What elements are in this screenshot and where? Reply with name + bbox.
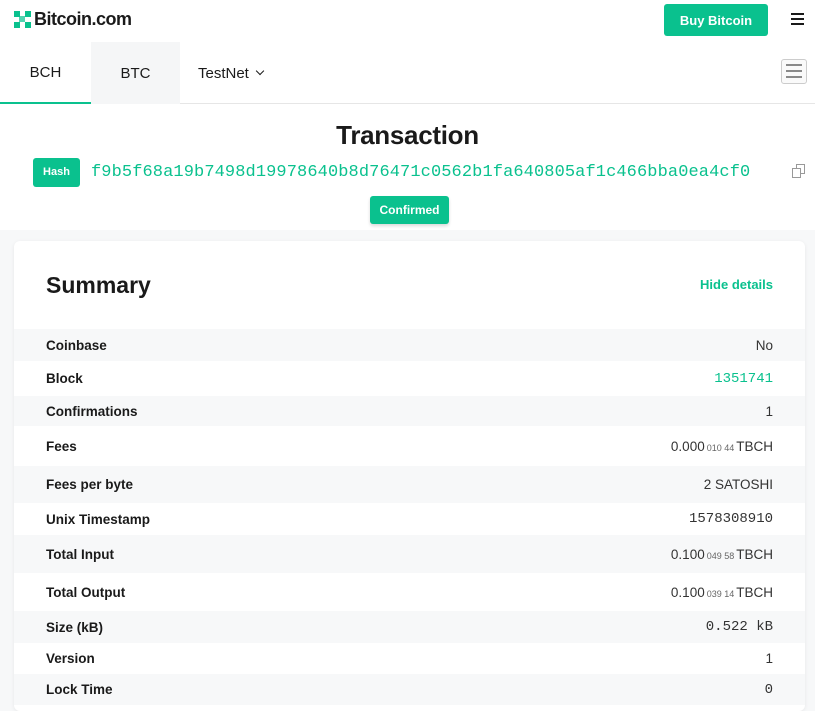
summary-row-confirmations: Confirmations 1: [14, 396, 805, 426]
value-main: 0.100: [670, 584, 705, 600]
top-bar: Bitcoin.com Buy Bitcoin: [0, 0, 815, 42]
sidebar-menu-icon[interactable]: [781, 59, 807, 84]
row-value: 2 SATOSHI: [703, 477, 773, 492]
row-label: Version: [46, 651, 95, 666]
logo[interactable]: Bitcoin.com: [14, 9, 132, 30]
hide-details-link[interactable]: Hide details: [700, 277, 773, 292]
tab-testnet-dropdown[interactable]: TestNet: [198, 42, 298, 104]
summary-row-version: Version 1: [14, 643, 805, 674]
transaction-hash[interactable]: f9b5f68a19b7498d19978640b8d76471c0562b1f…: [91, 163, 750, 182]
row-label: Coinbase: [46, 337, 107, 353]
summary-title: Summary: [46, 272, 151, 298]
summary-card: Summary Hide details Coinbase No Block 1…: [14, 241, 805, 711]
hash-row: Hash f9b5f68a19b7498d19978640b8d76471c05…: [33, 157, 750, 187]
row-value: 0.522 kB: [705, 619, 773, 635]
summary-row-fees: Fees 0.000 010 44 TBCH: [14, 426, 805, 466]
row-value: 0: [764, 681, 773, 698]
page-title: Transaction: [336, 120, 479, 150]
row-label: Size (kB): [46, 619, 104, 635]
value-small-digits: 049 58: [706, 550, 735, 561]
bitcoin-com-logo-icon: [14, 11, 31, 28]
summary-row-coinbase: Coinbase No: [14, 329, 805, 361]
tab-btc[interactable]: BTC: [91, 42, 180, 104]
value-unit: TBCH: [736, 438, 773, 454]
value-small-digits: 039 14: [706, 588, 735, 599]
summary-row-fees-per-byte: Fees per byte 2 SATOSHI: [14, 466, 805, 503]
row-value: 1: [765, 651, 773, 666]
row-label: Total Output: [46, 584, 126, 600]
summary-row-total-input: Total Input 0.100 049 58 TBCH: [14, 535, 805, 573]
summary-row-block: Block 1351741: [14, 361, 805, 396]
row-value: 0.100 049 58 TBCH: [671, 547, 773, 562]
summary-row-lock-time: Lock Time 0: [14, 674, 805, 705]
block-link[interactable]: 1351741: [714, 371, 773, 387]
row-label: Block: [46, 371, 83, 386]
row-label: Fees: [46, 438, 77, 454]
row-value: 0.100 039 14 TBCH: [671, 585, 773, 600]
value-unit: TBCH: [736, 584, 773, 600]
buy-bitcoin-button[interactable]: Buy Bitcoin: [664, 4, 768, 36]
chevron-down-icon: [255, 66, 265, 76]
row-label: Total Input: [46, 546, 114, 562]
row-label: Confirmations: [46, 403, 138, 419]
network-tabs: BCH BTC TestNet: [0, 42, 815, 104]
row-label: Unix Timestamp: [46, 511, 151, 527]
value-unit: TBCH: [736, 546, 773, 562]
status-badge: Confirmed: [370, 196, 449, 224]
summary-row-total-output: Total Output 0.100 039 14 TBCH: [14, 573, 805, 611]
value-main: 0.100: [670, 546, 705, 562]
hash-badge: Hash: [33, 157, 80, 187]
hamburger-menu-icon[interactable]: [791, 13, 804, 25]
row-value: 1: [765, 403, 773, 419]
summary-row-unix-timestamp: Unix Timestamp 1578308910: [14, 503, 805, 535]
row-value: No: [755, 337, 773, 353]
row-label: Lock Time: [46, 682, 113, 697]
summary-rows: Coinbase No Block 1351741 Confirmations …: [14, 329, 805, 705]
summary-row-size: Size (kB) 0.522 kB: [14, 611, 805, 643]
copy-icon[interactable]: [792, 164, 806, 179]
row-value: 1578308910: [688, 511, 773, 527]
tab-label: BCH: [29, 63, 62, 81]
tab-label: BTC: [120, 64, 151, 82]
value-main: 0.000: [670, 438, 705, 454]
row-label: Fees per byte: [46, 477, 134, 492]
logo-text: Bitcoin.com: [34, 9, 132, 29]
tab-label: TestNet: [198, 64, 249, 82]
tab-bch[interactable]: BCH: [0, 42, 91, 104]
value-small-digits: 010 44: [706, 442, 735, 453]
row-value: 0.000 010 44 TBCH: [671, 439, 773, 454]
